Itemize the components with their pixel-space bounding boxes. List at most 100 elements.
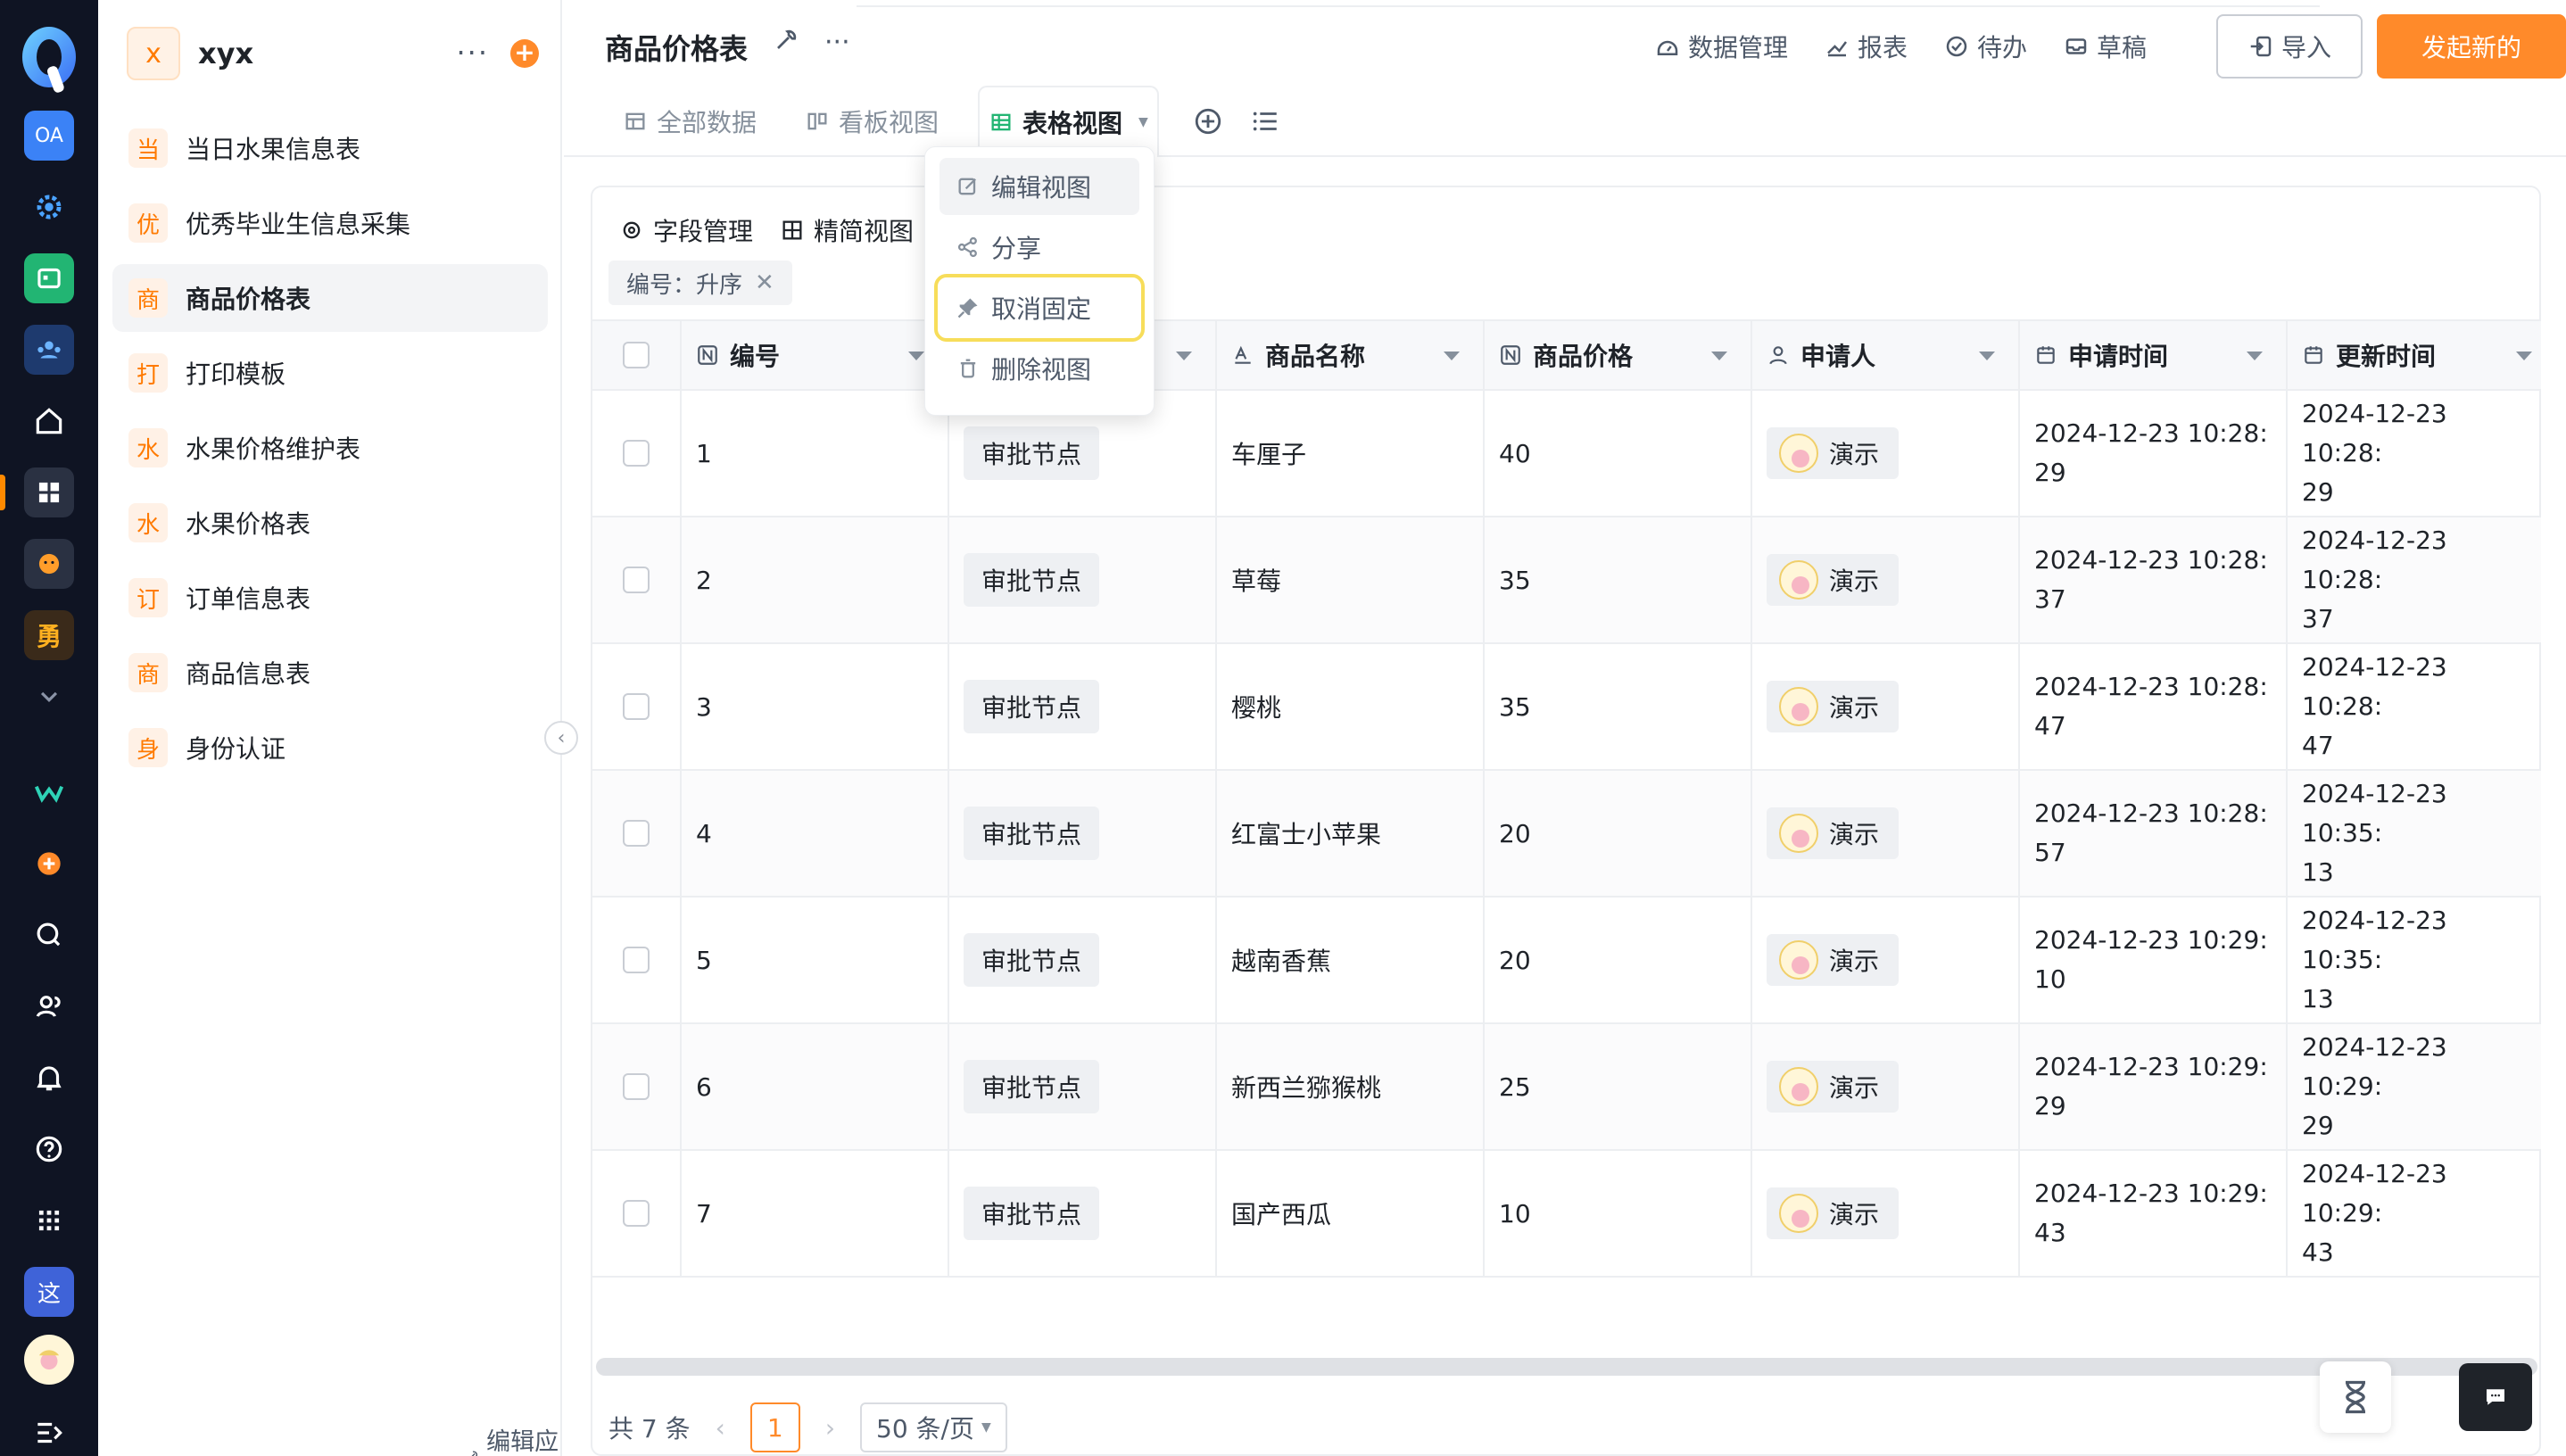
- add-item-icon[interactable]: +: [510, 39, 539, 68]
- oa-icon[interactable]: OA: [24, 111, 74, 161]
- table-row[interactable]: 6 审批节点 新西兰猕猴桃 25 演示 2024-12-23 10:29: 29…: [592, 1024, 2541, 1151]
- menu-item-unpin[interactable]: 取消固定: [934, 274, 1145, 342]
- column-header[interactable]: 更新时间: [2288, 321, 2541, 389]
- table-row[interactable]: 5 审批节点 越南香蕉 20 演示 2024-12-23 10:29: 10 2…: [592, 898, 2541, 1024]
- next-page-icon[interactable]: ›: [825, 1413, 835, 1443]
- row-select-cell[interactable]: [592, 644, 682, 769]
- caret-down-icon[interactable]: [2516, 352, 2532, 360]
- user-chip[interactable]: 演示: [1767, 554, 1900, 606]
- home-icon[interactable]: [24, 396, 74, 446]
- sidebar-item[interactable]: 水水果价格维护表: [112, 414, 548, 482]
- apps-grid-icon[interactable]: [24, 467, 74, 517]
- search-icon[interactable]: [24, 910, 74, 960]
- sidebar-item[interactable]: 水水果价格表: [112, 489, 548, 557]
- hourglass-button[interactable]: [2320, 1361, 2391, 1433]
- data-manage-link[interactable]: 数据管理: [1654, 29, 1788, 64]
- user-chip[interactable]: 演示: [1767, 1187, 1900, 1239]
- app-logo-icon[interactable]: [14, 20, 84, 100]
- user-chip[interactable]: 演示: [1767, 681, 1900, 732]
- prev-page-icon[interactable]: ‹: [716, 1413, 725, 1443]
- app-launcher-icon[interactable]: [24, 1195, 74, 1245]
- row-checkbox[interactable]: [623, 947, 650, 973]
- table-row[interactable]: 3 审批节点 樱桃 35 演示 2024-12-23 10:28: 47 202…: [592, 644, 2541, 771]
- draft-link[interactable]: 草稿: [2063, 29, 2147, 64]
- horizontal-scrollbar[interactable]: [596, 1358, 2537, 1376]
- app-avatar[interactable]: x: [127, 27, 180, 80]
- sort-chip[interactable]: 编号：升序 ✕: [608, 261, 792, 305]
- column-header[interactable]: 商品价格: [1485, 321, 1752, 389]
- field-manage-button[interactable]: 字段管理: [619, 205, 753, 255]
- tab-kanban[interactable]: 看板视图: [796, 86, 948, 157]
- current-page-button[interactable]: 1: [749, 1402, 800, 1452]
- menu-item-delete-view[interactable]: 删除视图: [939, 340, 1139, 397]
- page-size-select[interactable]: 50 条/页 ▼: [860, 1402, 1007, 1452]
- caret-down-icon[interactable]: [1711, 352, 1727, 360]
- row-checkbox[interactable]: [623, 820, 650, 847]
- list-icon[interactable]: [1250, 106, 1280, 136]
- row-select-cell[interactable]: [592, 771, 682, 896]
- add-circle-icon[interactable]: [24, 839, 74, 889]
- bell-icon[interactable]: [24, 1053, 74, 1103]
- column-header[interactable]: 申请人: [1752, 321, 2020, 389]
- column-header[interactable]: 编号: [682, 321, 949, 389]
- calendar-app-icon[interactable]: [24, 253, 74, 303]
- new-record-button[interactable]: 发起新的: [2377, 14, 2566, 79]
- caret-down-icon[interactable]: [1444, 352, 1460, 360]
- sidebar-item[interactable]: 优优秀毕业生信息采集: [112, 189, 548, 257]
- sidebar-item[interactable]: 身身份认证: [112, 714, 548, 782]
- expand-rail-icon[interactable]: [24, 1415, 74, 1451]
- select-all-checkbox[interactable]: [623, 342, 650, 368]
- row-select-cell[interactable]: [592, 1024, 682, 1149]
- menu-item-share[interactable]: 分享: [939, 219, 1139, 276]
- row-select-cell[interactable]: [592, 391, 682, 516]
- sidebar-item[interactable]: 订订单信息表: [112, 564, 548, 632]
- close-icon[interactable]: ✕: [755, 269, 774, 296]
- column-header[interactable]: 商品名称: [1217, 321, 1485, 389]
- chevron-down-icon[interactable]: [24, 671, 74, 721]
- row-select-cell[interactable]: [592, 517, 682, 642]
- caret-down-icon[interactable]: [1979, 352, 1995, 360]
- import-button[interactable]: 导入: [2216, 14, 2363, 79]
- settings-gear-icon[interactable]: [24, 182, 74, 232]
- zhe-app-icon[interactable]: 这: [24, 1267, 74, 1317]
- emoji-app-icon[interactable]: [24, 539, 74, 589]
- column-header[interactable]: 申请时间: [2020, 321, 2288, 389]
- row-checkbox[interactable]: [623, 1073, 650, 1100]
- user-avatar[interactable]: [24, 1335, 74, 1385]
- caret-down-icon[interactable]: [2247, 352, 2263, 360]
- contacts-icon[interactable]: [24, 981, 74, 1031]
- sidebar-item[interactable]: 打打印模板: [112, 339, 548, 407]
- add-view-icon[interactable]: [1193, 106, 1223, 136]
- row-checkbox[interactable]: [623, 1200, 650, 1227]
- row-select-cell[interactable]: [592, 898, 682, 1022]
- edit-package-link[interactable]: 编辑应用包: [464, 1422, 560, 1456]
- user-chip[interactable]: 演示: [1767, 934, 1900, 986]
- more-icon[interactable]: ···: [456, 36, 489, 70]
- user-chip[interactable]: 演示: [1767, 1061, 1900, 1113]
- todo-link[interactable]: 待办: [1943, 29, 2027, 64]
- select-all-cell[interactable]: [592, 321, 682, 389]
- row-checkbox[interactable]: [623, 440, 650, 467]
- table-row[interactable]: 1 审批节点 车厘子 40 演示 2024-12-23 10:28: 29 20…: [592, 391, 2541, 517]
- row-select-cell[interactable]: [592, 1151, 682, 1276]
- tab-all-data[interactable]: 全部数据: [614, 86, 766, 157]
- row-checkbox[interactable]: [623, 693, 650, 720]
- more-icon[interactable]: ···: [824, 27, 850, 58]
- row-checkbox[interactable]: [623, 567, 650, 593]
- table-row[interactable]: 2 审批节点 草莓 35 演示 2024-12-23 10:28: 37 202…: [592, 517, 2541, 644]
- user-chip[interactable]: 演示: [1767, 807, 1900, 859]
- sidebar-item-active[interactable]: 商商品价格表: [112, 264, 548, 332]
- wrench-icon[interactable]: [771, 27, 799, 55]
- table-row[interactable]: 4 审批节点 红富士小苹果 20 演示 2024-12-23 10:28: 57…: [592, 771, 2541, 898]
- simple-view-button[interactable]: 精简视图: [780, 205, 914, 255]
- chat-button[interactable]: [2459, 1363, 2532, 1431]
- w-brand-icon[interactable]: [24, 767, 74, 817]
- collapse-sidebar-button[interactable]: ‹: [544, 721, 578, 755]
- yong-app-icon[interactable]: 勇: [24, 610, 74, 660]
- sidebar-item[interactable]: 商商品信息表: [112, 639, 548, 707]
- user-chip[interactable]: 演示: [1767, 427, 1900, 479]
- team-app-icon[interactable]: [24, 325, 74, 375]
- caret-down-icon[interactable]: [1176, 352, 1192, 360]
- sidebar-item[interactable]: 当当日水果信息表: [112, 114, 548, 182]
- report-link[interactable]: 报表: [1824, 29, 1908, 64]
